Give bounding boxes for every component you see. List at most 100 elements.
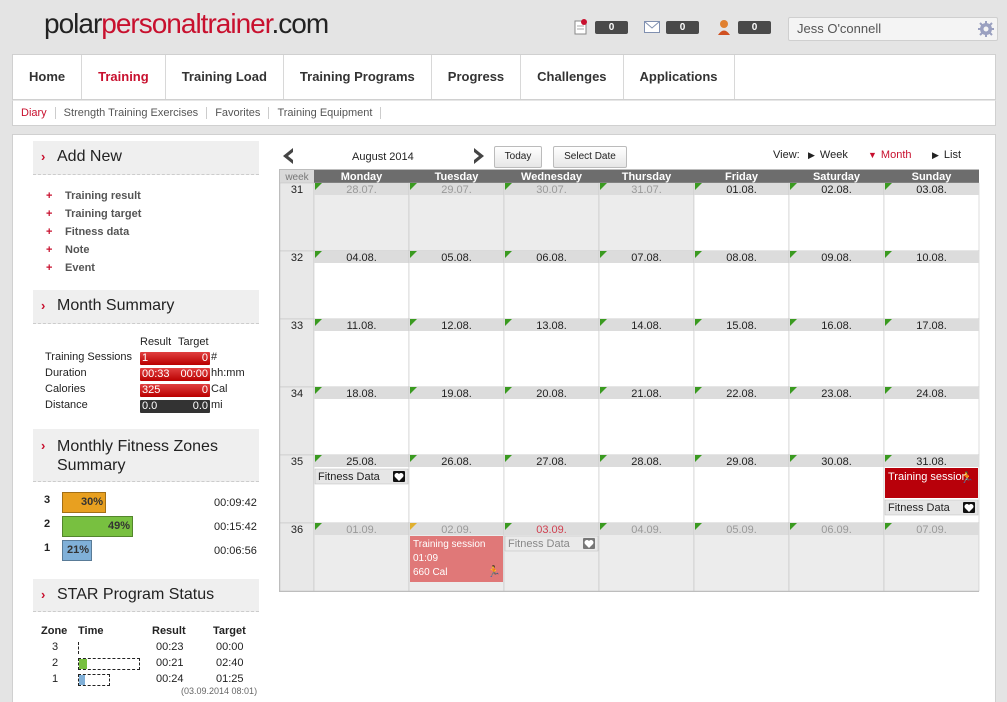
month-summary-unit: # [211, 351, 218, 363]
week-number[interactable]: 34 [291, 388, 303, 400]
view-week[interactable]: ▶ Week [808, 149, 848, 161]
day-date[interactable]: 03.08. [916, 184, 947, 196]
tab-training[interactable]: Training [82, 55, 166, 99]
zone-number: 1 [44, 542, 51, 554]
month-summary-label: Calories [45, 383, 86, 395]
day-date[interactable]: 27.08. [536, 456, 567, 468]
day-header: Sunday [912, 171, 953, 183]
tab-applications[interactable]: Applications [624, 55, 735, 99]
day-date[interactable]: 11.08. [347, 320, 377, 332]
day-date[interactable]: 21.08. [631, 388, 662, 400]
day-date[interactable]: 31.08. [916, 456, 947, 468]
user-menu[interactable]: Jess O'connell [788, 17, 998, 41]
view-month-label: Month [880, 149, 912, 161]
add-item-label: Event [65, 262, 95, 274]
star-target-range [78, 642, 79, 654]
site-logo[interactable]: polarpersonaltrainer.com [44, 8, 329, 40]
subnav-training-equipment[interactable]: Training Equipment [269, 107, 382, 119]
prev-month-arrow[interactable] [280, 147, 294, 168]
next-month-arrow[interactable] [473, 147, 487, 168]
day-date[interactable]: 08.08. [726, 252, 757, 264]
friends-counter[interactable]: 0 [716, 19, 771, 35]
day-date[interactable]: 04.09. [631, 524, 662, 536]
subnav-diary[interactable]: Diary [21, 107, 56, 119]
day-date[interactable]: 09.08. [821, 252, 852, 264]
tab-progress[interactable]: Progress [432, 55, 522, 99]
tab-training-load[interactable]: Training Load [166, 55, 284, 99]
day-date[interactable]: 15.08. [726, 320, 757, 332]
day-date[interactable]: 14.08. [631, 320, 662, 332]
week-number[interactable]: 31 [291, 184, 303, 196]
day-date[interactable]: 26.08. [441, 456, 472, 468]
day-header: Wednesday [521, 171, 583, 183]
day-date[interactable]: 05.09. [726, 524, 757, 536]
day-date[interactable]: 31.07. [631, 184, 662, 196]
runner-icon: 🏃 [487, 565, 501, 578]
day-date[interactable]: 03.09. [536, 524, 567, 536]
day-date[interactable]: 29.08. [726, 456, 757, 468]
day-date[interactable]: 28.08. [631, 456, 662, 468]
day-date[interactable]: 12.08. [441, 320, 472, 332]
day-date[interactable]: 04.08. [346, 252, 377, 264]
add-event[interactable]: + Event [46, 262, 141, 280]
subnav-favorites[interactable]: Favorites [207, 107, 270, 119]
star-zone: 3 [52, 641, 59, 653]
star-zone: 1 [52, 673, 59, 685]
month-summary-col-result: Result [140, 336, 172, 348]
view-month[interactable]: ▼ Month [868, 149, 912, 161]
day-date[interactable]: 25.08. [346, 456, 377, 468]
week-number[interactable]: 33 [291, 320, 303, 332]
day-date[interactable]: 02.08. [821, 184, 852, 196]
week-number[interactable]: 36 [291, 524, 303, 536]
day-date[interactable]: 01.09. [346, 524, 377, 536]
day-date[interactable]: 24.08. [916, 388, 947, 400]
day-date[interactable]: 16.08. [821, 320, 852, 332]
view-list[interactable]: ▶ List [932, 149, 961, 161]
week-number[interactable]: 35 [291, 456, 303, 468]
add-item-label: Note [65, 244, 90, 256]
day-date[interactable]: 10.08. [916, 252, 947, 264]
add-new-header[interactable]: › Add New [33, 141, 259, 175]
gear-icon[interactable] [978, 21, 994, 37]
arrow-right-icon: ▶ [808, 150, 815, 160]
add-training-target[interactable]: + Training target [46, 208, 141, 226]
day-date[interactable]: 02.09. [441, 524, 472, 536]
day-date[interactable]: 18.08. [346, 388, 377, 400]
day-date[interactable]: 23.08. [821, 388, 852, 400]
tab-home[interactable]: Home [13, 55, 83, 99]
week-column-header: week [284, 172, 309, 183]
day-date[interactable]: 22.08. [726, 388, 757, 400]
star-time-bar [79, 659, 87, 669]
day-date[interactable]: 01.08. [726, 184, 757, 196]
today-button[interactable]: Today [494, 146, 542, 168]
day-date[interactable]: 05.08. [441, 252, 472, 264]
day-date[interactable]: 20.08. [536, 388, 567, 400]
day-date[interactable]: 07.08. [631, 252, 662, 264]
tab-challenges[interactable]: Challenges [521, 55, 624, 99]
messages-counter[interactable]: 0 [644, 19, 699, 35]
subnav-strength-training-exercises[interactable]: Strength Training Exercises [56, 107, 208, 119]
tab-training-programs[interactable]: Training Programs [284, 55, 432, 99]
day-date[interactable]: 13.08. [536, 320, 567, 332]
day-date[interactable]: 28.07. [346, 184, 377, 196]
day-date[interactable]: 29.07. [441, 184, 472, 196]
zone-percentage-bar: 49% [62, 516, 133, 537]
add-training-result[interactable]: + Training result [46, 190, 141, 208]
day-date[interactable]: 06.08. [536, 252, 567, 264]
add-fitness-data[interactable]: + Fitness data [46, 226, 141, 244]
star-program-header[interactable]: › STAR Program Status [33, 579, 259, 612]
week-number[interactable]: 32 [291, 252, 303, 264]
month-summary-header[interactable]: › Month Summary [33, 290, 259, 324]
add-note[interactable]: + Note [46, 244, 141, 262]
day-date[interactable]: 30.07. [536, 184, 567, 196]
day-date[interactable]: 30.08. [821, 456, 852, 468]
day-date[interactable]: 19.08. [441, 388, 472, 400]
day-date[interactable]: 17.08. [916, 320, 947, 332]
day-date[interactable]: 07.09. [916, 524, 947, 536]
plus-icon: + [46, 244, 53, 256]
fitness-zones-header[interactable]: › Monthly Fitness Zones Summary [33, 429, 259, 482]
notifications-counter[interactable]: 0 [573, 19, 628, 35]
month-summary-target: 0.0 [192, 400, 208, 412]
select-date-button[interactable]: Select Date [553, 146, 627, 168]
day-date[interactable]: 06.09. [821, 524, 852, 536]
